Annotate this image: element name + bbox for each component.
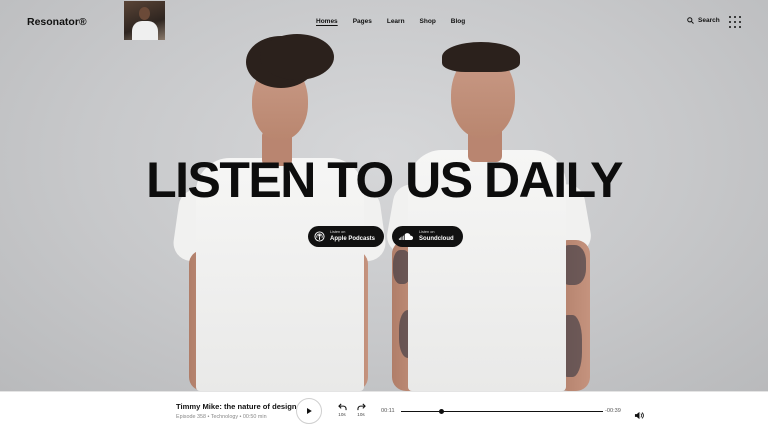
forward-icon (356, 403, 366, 411)
search-icon (687, 17, 694, 24)
forward-button[interactable]: 10s (354, 403, 368, 417)
soundcloud-icon (398, 233, 414, 241)
forward-label: 10s (357, 412, 365, 417)
hero-headline: LISTEN TO US DAILY (146, 152, 623, 208)
main-menu: Homes Pages Learn Shop Blog (316, 18, 480, 25)
apple-podcasts-button[interactable]: Listen on Apple Podcasts (308, 226, 385, 247)
menu-item-shop[interactable]: Shop (420, 18, 436, 25)
menu-item-homes[interactable]: Homes (316, 18, 338, 25)
search-label: Search (698, 17, 720, 24)
rewind-button[interactable]: 10s (335, 403, 349, 417)
apple-badge-label: Apple Podcasts (330, 235, 376, 242)
menu-item-pages[interactable]: Pages (353, 18, 372, 25)
progress-handle[interactable] (438, 409, 444, 414)
apps-grid-icon[interactable] (729, 16, 741, 28)
soundcloud-badge-small: Listen on (419, 230, 435, 235)
soundcloud-button[interactable]: Listen on Soundcloud (392, 226, 463, 247)
episode-thumbnail (124, 1, 165, 40)
search-button[interactable]: Search (687, 17, 720, 24)
menu-item-blog[interactable]: Blog (451, 18, 465, 25)
play-icon (307, 407, 312, 415)
soundcloud-badge-label: Soundcloud (419, 235, 454, 242)
listen-badges: Listen on Apple Podcasts Listen on Sound… (308, 226, 463, 247)
play-button[interactable] (296, 398, 322, 424)
site-logo[interactable]: Resonator® (27, 16, 87, 28)
volume-icon (634, 411, 644, 420)
volume-button[interactable] (634, 407, 644, 425)
apple-badge-small: Listen on (330, 230, 346, 235)
top-navigation: Resonator® Homes Pages Learn Shop Blog S… (0, 0, 768, 44)
time-elapsed: 00:11 (381, 408, 395, 414)
podcast-icon (314, 231, 325, 242)
progress-track[interactable] (401, 411, 603, 412)
menu-item-learn[interactable]: Learn (387, 18, 405, 25)
rewind-label: 10s (338, 412, 346, 417)
episode-title[interactable]: Timmy Mike: the nature of design (176, 402, 297, 411)
time-remaining: -00:39 (605, 408, 621, 414)
episode-meta: Episode 358 • Technology • 00:50 min (176, 414, 267, 420)
rewind-icon (337, 403, 347, 411)
